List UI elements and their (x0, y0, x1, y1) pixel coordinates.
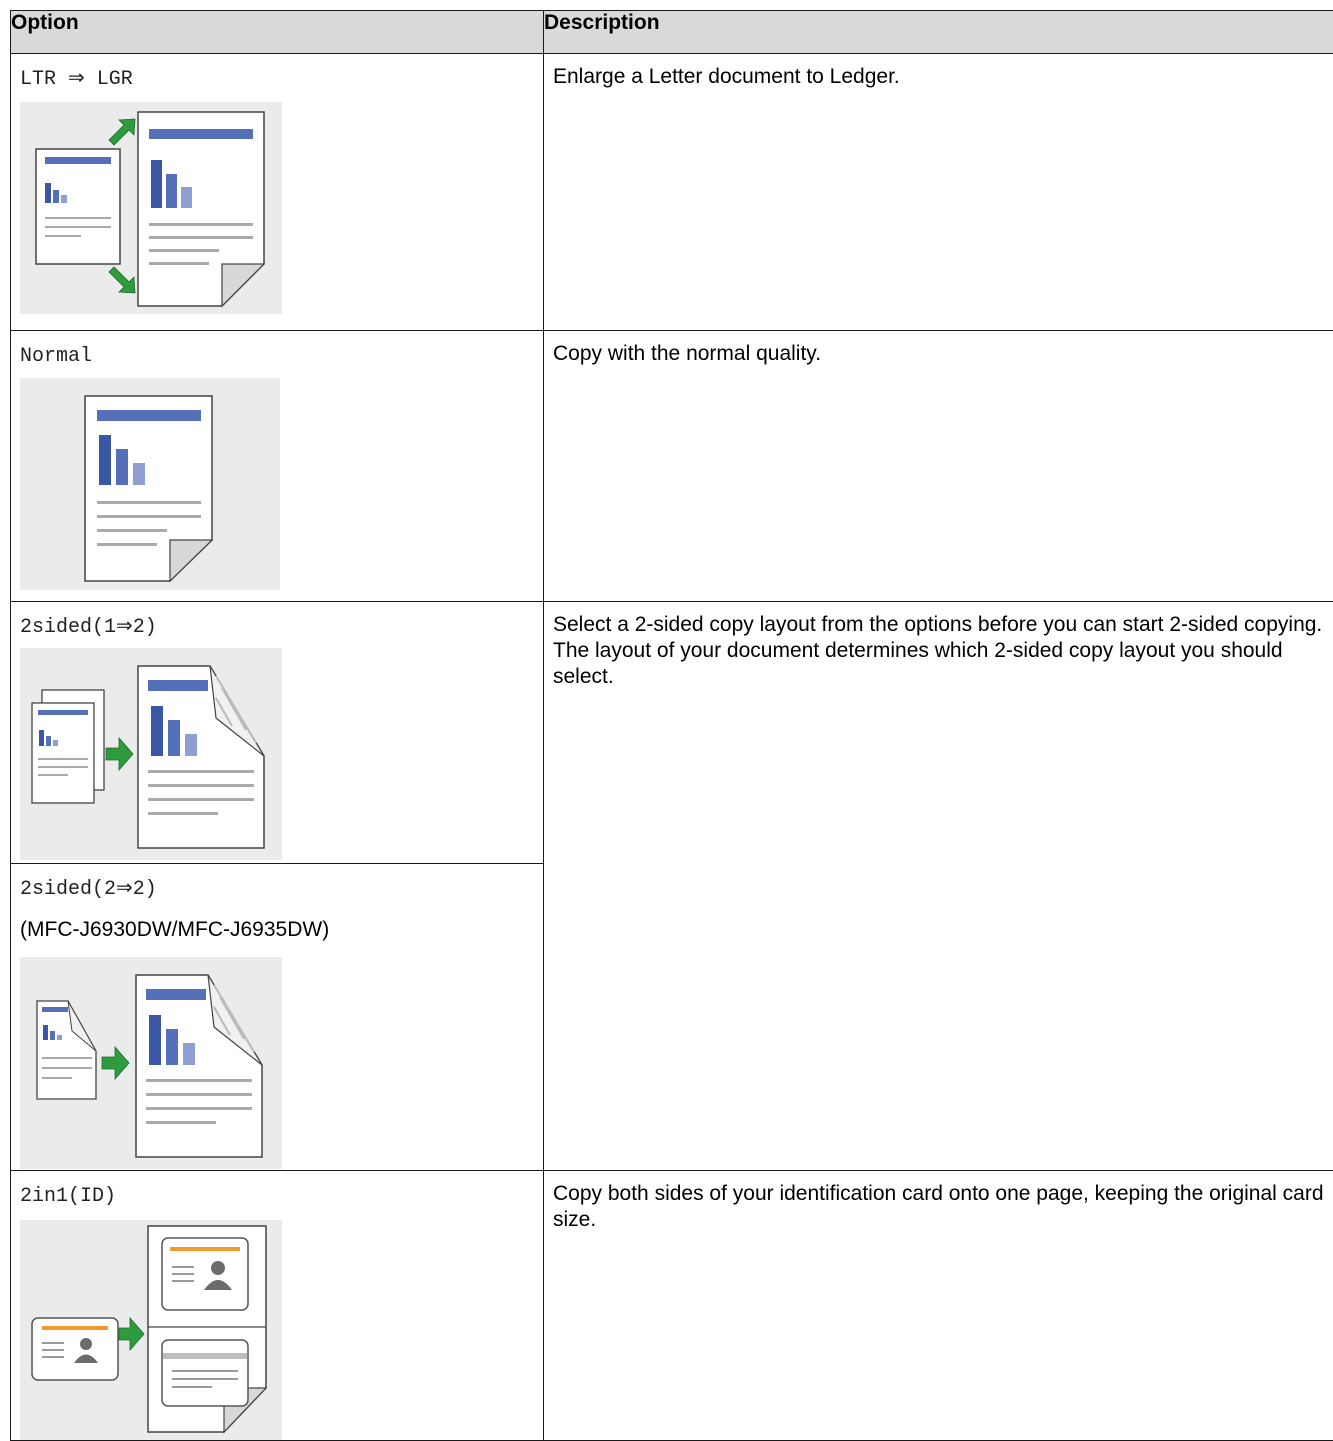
enlarge-letter-to-ledger-illustration (20, 102, 282, 314)
description-cell: Select a 2-sided copy layout from the op… (544, 602, 1333, 1171)
option-label: LTR ⇒ LGR (11, 54, 543, 92)
option-cell: Normal (11, 331, 544, 602)
normal-copy-illustration (20, 378, 280, 590)
option-label: 2sided(1⇒2) (11, 602, 543, 640)
two-sided-2-to-2-illustration (20, 957, 282, 1169)
model-note: (MFC-J6930DW/MFC-J6935DW) (11, 902, 543, 942)
options-table: Option Description LTR ⇒ LGR (10, 10, 1333, 1441)
description-text: Copy with the normal quality. (544, 331, 1333, 367)
description-column-header: Description (544, 11, 1333, 54)
table-row: LTR ⇒ LGR (11, 54, 1333, 331)
table-row: Normal Copy with the normal quality. (11, 331, 1333, 602)
header-row: Option Description (11, 11, 1333, 54)
description-cell: Copy with the normal quality. (544, 331, 1333, 602)
description-text: Copy both sides of your identification c… (544, 1171, 1333, 1233)
description-cell: Copy both sides of your identification c… (544, 1171, 1333, 1441)
description-text: Select a 2-sided copy layout from the op… (544, 602, 1333, 690)
option-label: Normal (11, 331, 543, 369)
description-cell: Enlarge a Letter document to Ledger. (544, 54, 1333, 331)
option-cell: LTR ⇒ LGR (11, 54, 544, 331)
option-cell: 2sided(1⇒2) (11, 602, 544, 864)
description-text: Enlarge a Letter document to Ledger. (544, 54, 1333, 90)
option-label: 2sided(2⇒2) (11, 864, 543, 902)
option-column-header: Option (11, 11, 544, 54)
two-in-one-id-illustration (20, 1220, 282, 1440)
two-sided-1-to-2-illustration (20, 648, 282, 860)
option-cell: 2in1(ID) (11, 1171, 544, 1441)
option-cell: 2sided(2⇒2) (MFC-J6930DW/MFC-J6935DW) (11, 864, 544, 1171)
option-label: 2in1(ID) (11, 1171, 543, 1209)
table-row: 2sided(1⇒2) (11, 602, 1333, 864)
table-row: 2in1(ID) (11, 1171, 1333, 1441)
